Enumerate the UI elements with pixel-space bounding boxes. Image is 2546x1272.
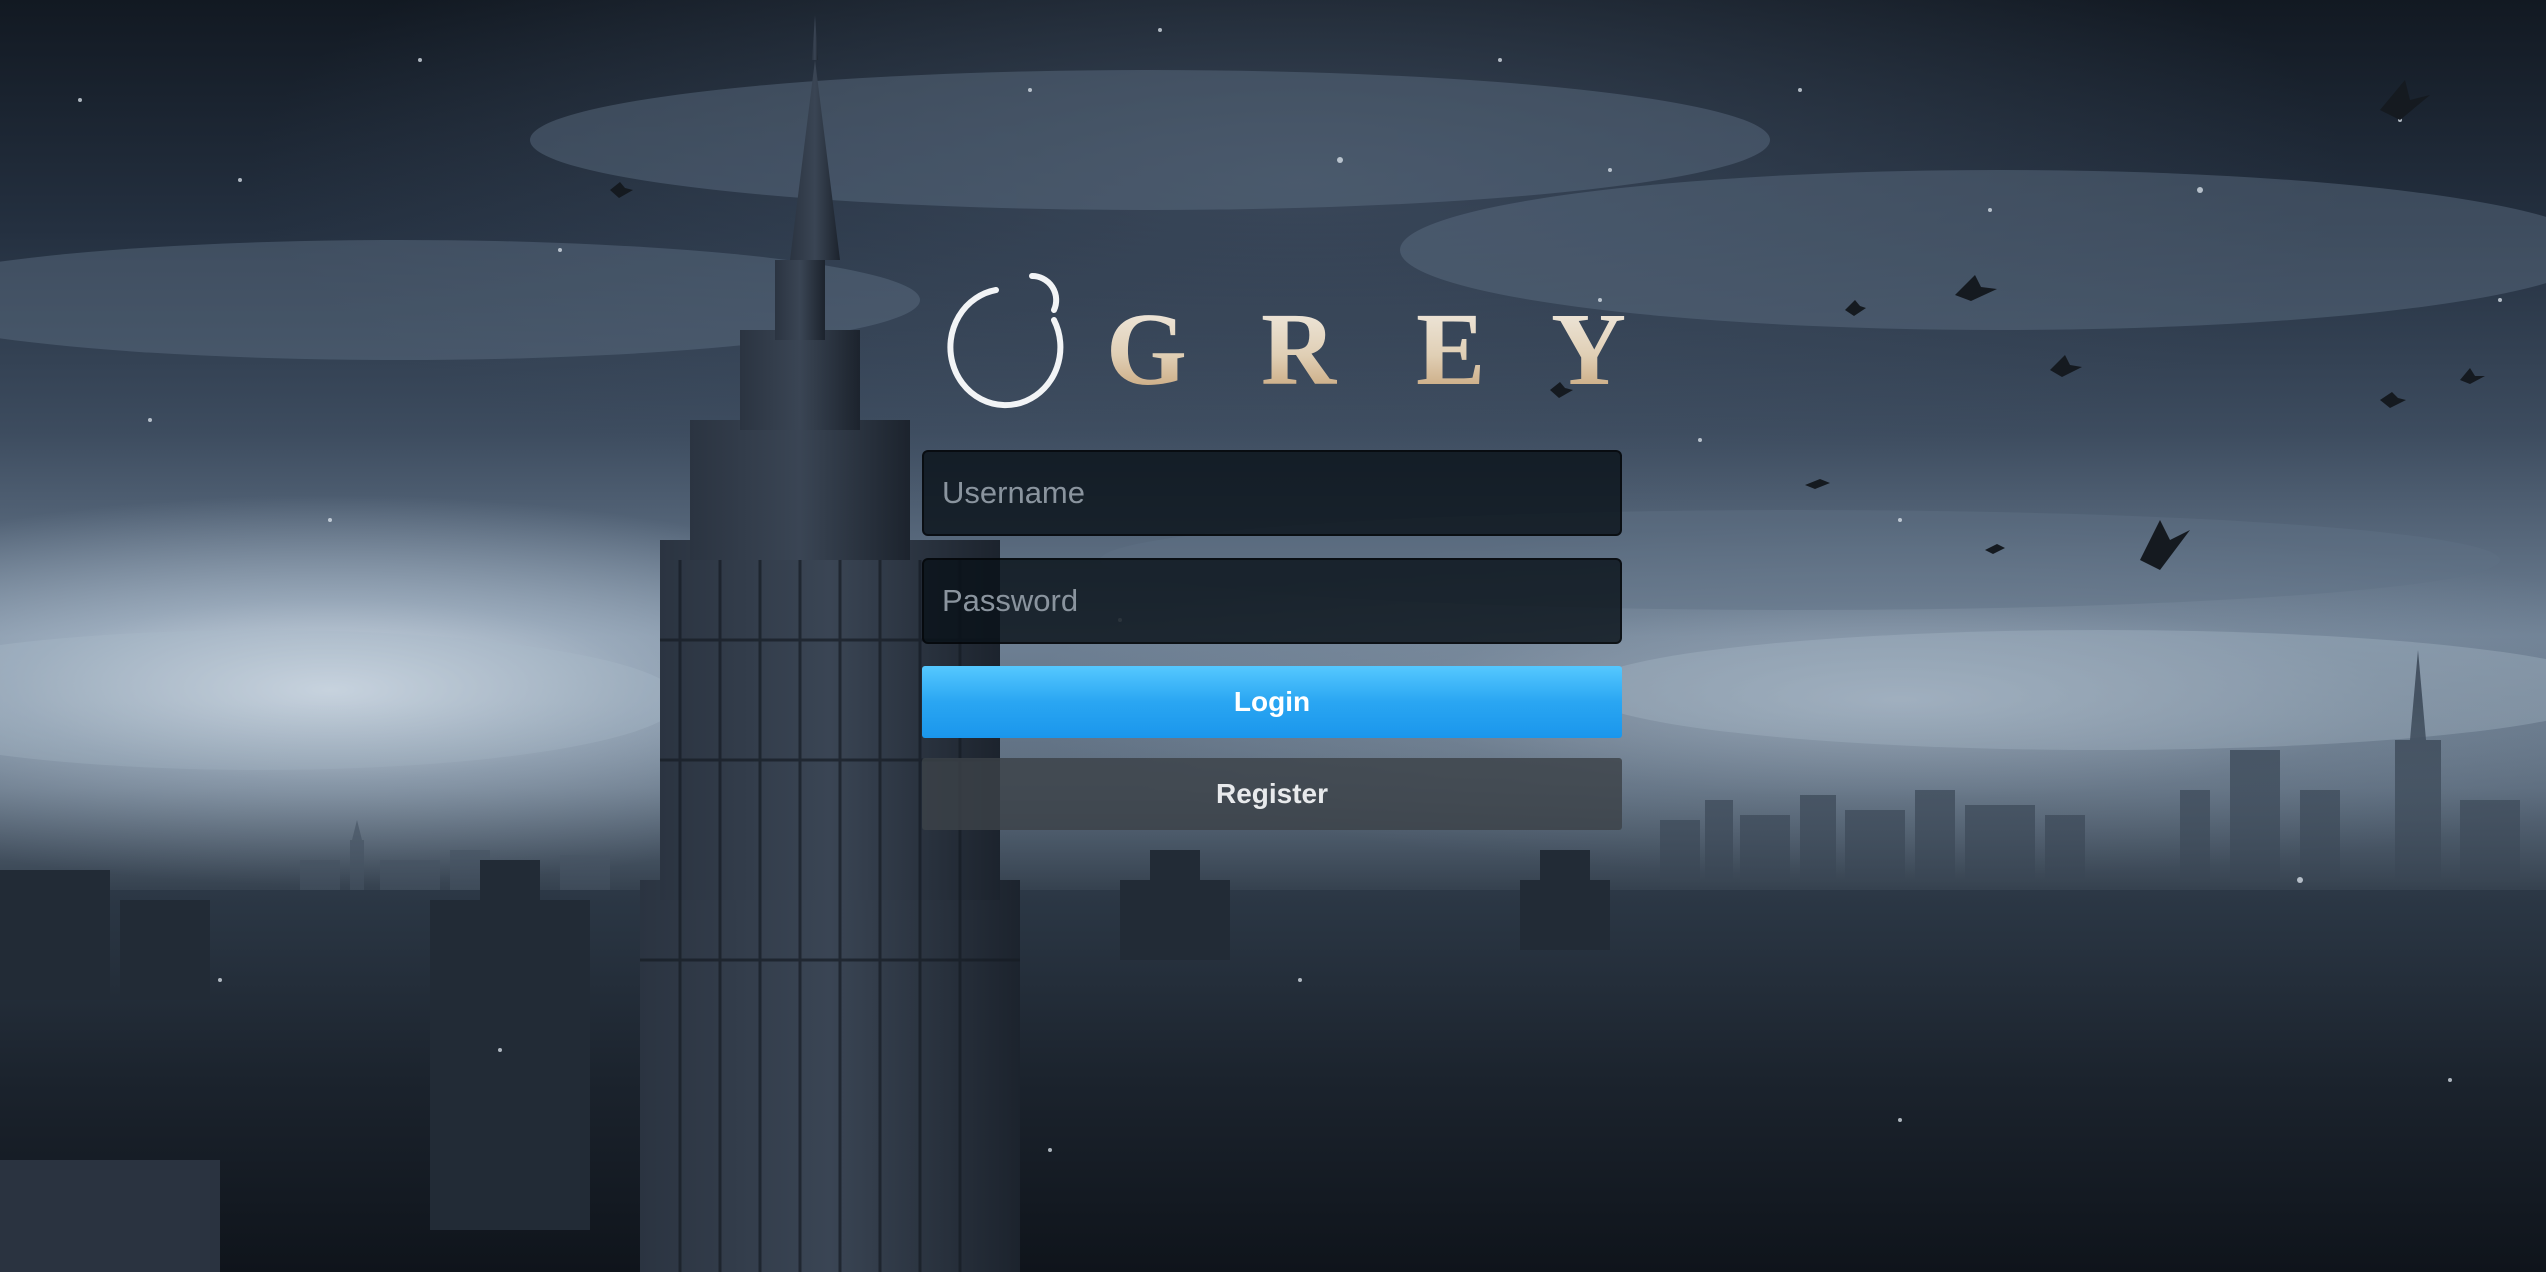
grey-logo: G R E Y [947,272,1626,409]
logo-ring-icon [947,272,1064,409]
svg-text:E: E [1416,292,1485,407]
logo-wordmark: G R E Y [1106,292,1626,407]
register-button[interactable]: Register [922,758,1622,830]
svg-text:R: R [1261,292,1338,407]
login-button[interactable]: Login [922,666,1622,738]
password-input[interactable] [922,558,1622,644]
username-input[interactable] [922,450,1622,536]
svg-text:Y: Y [1551,292,1626,407]
svg-text:G: G [1106,292,1187,407]
